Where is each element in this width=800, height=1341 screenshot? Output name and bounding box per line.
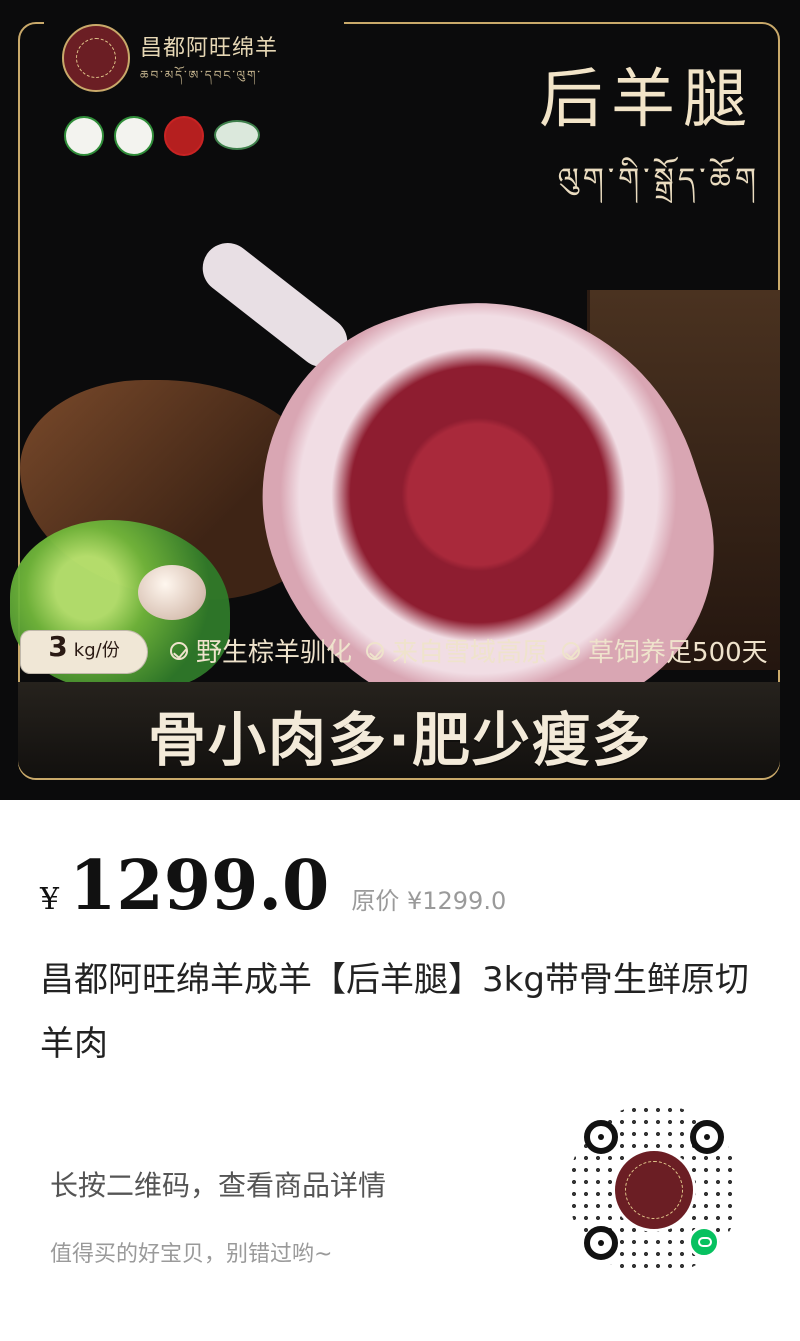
qr-subtext: 值得买的好宝贝，别错过哟~: [50, 1242, 333, 1267]
organic-certification-icon: [114, 116, 154, 156]
product-scene: [10, 170, 780, 786]
feature-label: 来自雪域高原: [392, 638, 549, 668]
brand-logo-ring: [76, 38, 116, 78]
current-price: ¥ 1299.0: [40, 846, 329, 926]
brand-logo: [62, 24, 130, 92]
price-value: 1299.0: [69, 846, 330, 926]
qr-finder-top-right: [690, 1120, 724, 1154]
feature-label: 野生棕羊驯化: [196, 638, 353, 668]
feature-item: 来自雪域高原: [366, 632, 548, 669]
check-circle-icon: [366, 641, 385, 660]
qr-instruction: 长按二维码，查看商品详情: [50, 1169, 387, 1202]
certification-row: [64, 116, 260, 156]
qr-logo-ring: [625, 1161, 683, 1219]
weight-number: 3: [48, 630, 68, 663]
slogan-text: 骨小肉多·肥少瘦多: [147, 706, 653, 774]
green-food-icon: [64, 116, 104, 156]
product-title: 昌都阿旺绵羊成羊【后羊腿】3kg带骨生鲜原切羊肉: [40, 960, 749, 1064]
qr-finder-bottom-left: [584, 1226, 618, 1260]
gi-certification-icon: [164, 116, 204, 156]
brand-tibetan-name: ཆབ་མདོ་ཨ་དབང་ལུག་: [140, 68, 262, 82]
product-title-cn: 后羊腿: [539, 63, 755, 137]
check-circle-icon: [170, 641, 188, 660]
peop-certification-icon: [214, 120, 260, 150]
brand-name: 昌都阿旺绵羊: [140, 36, 279, 61]
wechat-mini-program-icon: [688, 1226, 720, 1258]
feature-list: 野生棕羊驯化 来自雪域高原 草饲养足500天: [170, 632, 768, 669]
qr-finder-top-left: [584, 1120, 618, 1154]
feature-item: 野生棕羊驯化: [170, 632, 352, 669]
mini-program-code[interactable]: [568, 1104, 740, 1276]
weight-unit: kg/份: [73, 640, 120, 661]
feature-item: 草饲养足500天: [562, 632, 768, 669]
currency-symbol: ¥: [40, 882, 60, 917]
garlic-decoration: [138, 565, 206, 620]
feature-label: 草饲养足500天: [588, 638, 768, 668]
original-price: 原价 ¥1299.0: [351, 887, 507, 915]
qr-brand-logo: [612, 1148, 696, 1232]
price-row: ¥ 1299.0 原价 ¥1299.0: [40, 846, 506, 926]
weight-badge: 3 kg/份: [20, 630, 148, 674]
check-circle-icon: [562, 641, 581, 660]
hero-banner: 昌都阿旺绵羊 ཆབ་མདོ་ཨ་དབང་ལུག་ 后羊腿 ལུག་གི་སྒྲོ…: [0, 0, 800, 800]
